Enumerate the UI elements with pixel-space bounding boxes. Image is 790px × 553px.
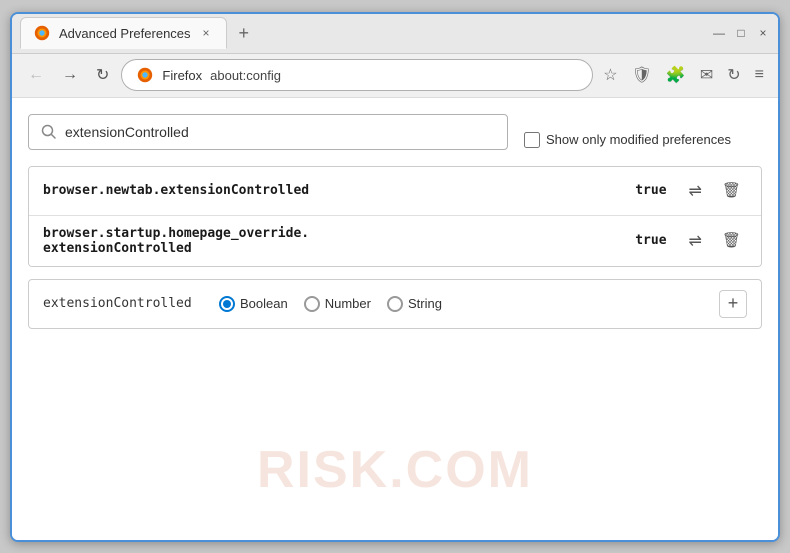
- delete-btn-1[interactable]: 🗑: [716, 177, 747, 204]
- radio-boolean[interactable]: Boolean: [219, 296, 288, 312]
- new-tab-btn[interactable]: +: [231, 19, 258, 48]
- extension-btn[interactable]: 🧩: [662, 61, 690, 89]
- mail-btn[interactable]: ✉: [696, 61, 717, 89]
- row-2-actions: ⇌ 🗑: [683, 227, 747, 255]
- window-close-btn[interactable]: ×: [756, 26, 770, 40]
- radio-boolean-label: Boolean: [240, 296, 288, 311]
- tab-title: Advanced Preferences: [59, 26, 191, 41]
- type-radio-group: Boolean Number String: [219, 296, 703, 312]
- address-text: about:config: [210, 68, 578, 83]
- tab-firefox-icon: [33, 24, 51, 42]
- radio-number-dot: [304, 296, 320, 312]
- row-1-actions: ⇌ 🗑: [683, 177, 747, 205]
- radio-string-dot: [387, 296, 403, 312]
- pref-name-2-line1: browser.startup.homepage_override.: [43, 226, 309, 241]
- pref-name-2-line2: extensionControlled: [43, 241, 192, 256]
- delete-btn-2[interactable]: 🗑: [716, 227, 747, 254]
- reload-btn[interactable]: ↻: [90, 61, 115, 89]
- show-modified-checkbox[interactable]: [524, 132, 540, 148]
- forward-btn[interactable]: →: [56, 62, 84, 88]
- add-pref-btn[interactable]: +: [719, 290, 747, 318]
- radio-string-label: String: [408, 296, 442, 311]
- radio-string[interactable]: String: [387, 296, 442, 312]
- pref-value-1: true: [635, 183, 666, 198]
- nav-bar: ← → ↻ Firefox about:config ☆ 🛡 🧩 ✉ ↻ ≡: [12, 54, 778, 98]
- show-modified-text: Show only modified preferences: [546, 132, 731, 147]
- radio-number-label: Number: [325, 296, 371, 311]
- pref-name-1: browser.newtab.extensionControlled: [43, 183, 635, 198]
- search-input[interactable]: [65, 124, 495, 140]
- address-bar[interactable]: Firefox about:config: [121, 59, 593, 91]
- show-modified-label[interactable]: Show only modified preferences: [524, 132, 731, 148]
- browser-window: Advanced Preferences × + — □ × ← → ↻ Fir…: [10, 12, 780, 542]
- back-btn[interactable]: ←: [22, 62, 50, 88]
- toggle-btn-2[interactable]: ⇌: [683, 227, 708, 255]
- active-tab[interactable]: Advanced Preferences ×: [20, 17, 227, 49]
- results-table: browser.newtab.extensionControlled true …: [28, 166, 762, 267]
- watermark: RISK.COM: [257, 440, 533, 500]
- search-bar-container: [28, 114, 508, 150]
- sync-btn[interactable]: ↻: [723, 61, 744, 89]
- maximize-btn[interactable]: □: [734, 26, 748, 40]
- title-bar: Advanced Preferences × + — □ ×: [12, 14, 778, 54]
- minimize-btn[interactable]: —: [712, 26, 726, 40]
- new-pref-name: extensionControlled: [43, 296, 203, 311]
- table-row[interactable]: browser.newtab.extensionControlled true …: [29, 167, 761, 216]
- firefox-label: Firefox: [162, 68, 202, 83]
- trash-icon-1: 🗑: [722, 182, 741, 199]
- pref-name-2: browser.startup.homepage_override. exten…: [43, 226, 635, 256]
- trash-icon-2: 🗑: [722, 232, 741, 249]
- menu-btn[interactable]: ≡: [751, 62, 768, 88]
- radio-number[interactable]: Number: [304, 296, 371, 312]
- firefox-logo-icon: [136, 66, 154, 84]
- bookmark-btn[interactable]: ☆: [599, 61, 621, 89]
- window-controls: — □ ×: [712, 26, 770, 40]
- search-row: Show only modified preferences: [28, 114, 762, 166]
- radio-boolean-dot: [219, 296, 235, 312]
- table-row[interactable]: browser.startup.homepage_override. exten…: [29, 216, 761, 266]
- toggle-btn-1[interactable]: ⇌: [683, 177, 708, 205]
- transfer-icon-1: ⇌: [689, 183, 702, 200]
- shield-btn[interactable]: 🛡: [628, 61, 656, 89]
- nav-icons: ☆ 🛡 🧩 ✉ ↻ ≡: [599, 61, 768, 89]
- tab-close-btn[interactable]: ×: [199, 24, 214, 42]
- content-area: Show only modified preferences browser.n…: [12, 98, 778, 540]
- add-preference-row: extensionControlled Boolean Number Strin…: [28, 279, 762, 329]
- search-icon: [41, 124, 57, 140]
- pref-value-2: true: [635, 233, 666, 248]
- transfer-icon-2: ⇌: [689, 233, 702, 250]
